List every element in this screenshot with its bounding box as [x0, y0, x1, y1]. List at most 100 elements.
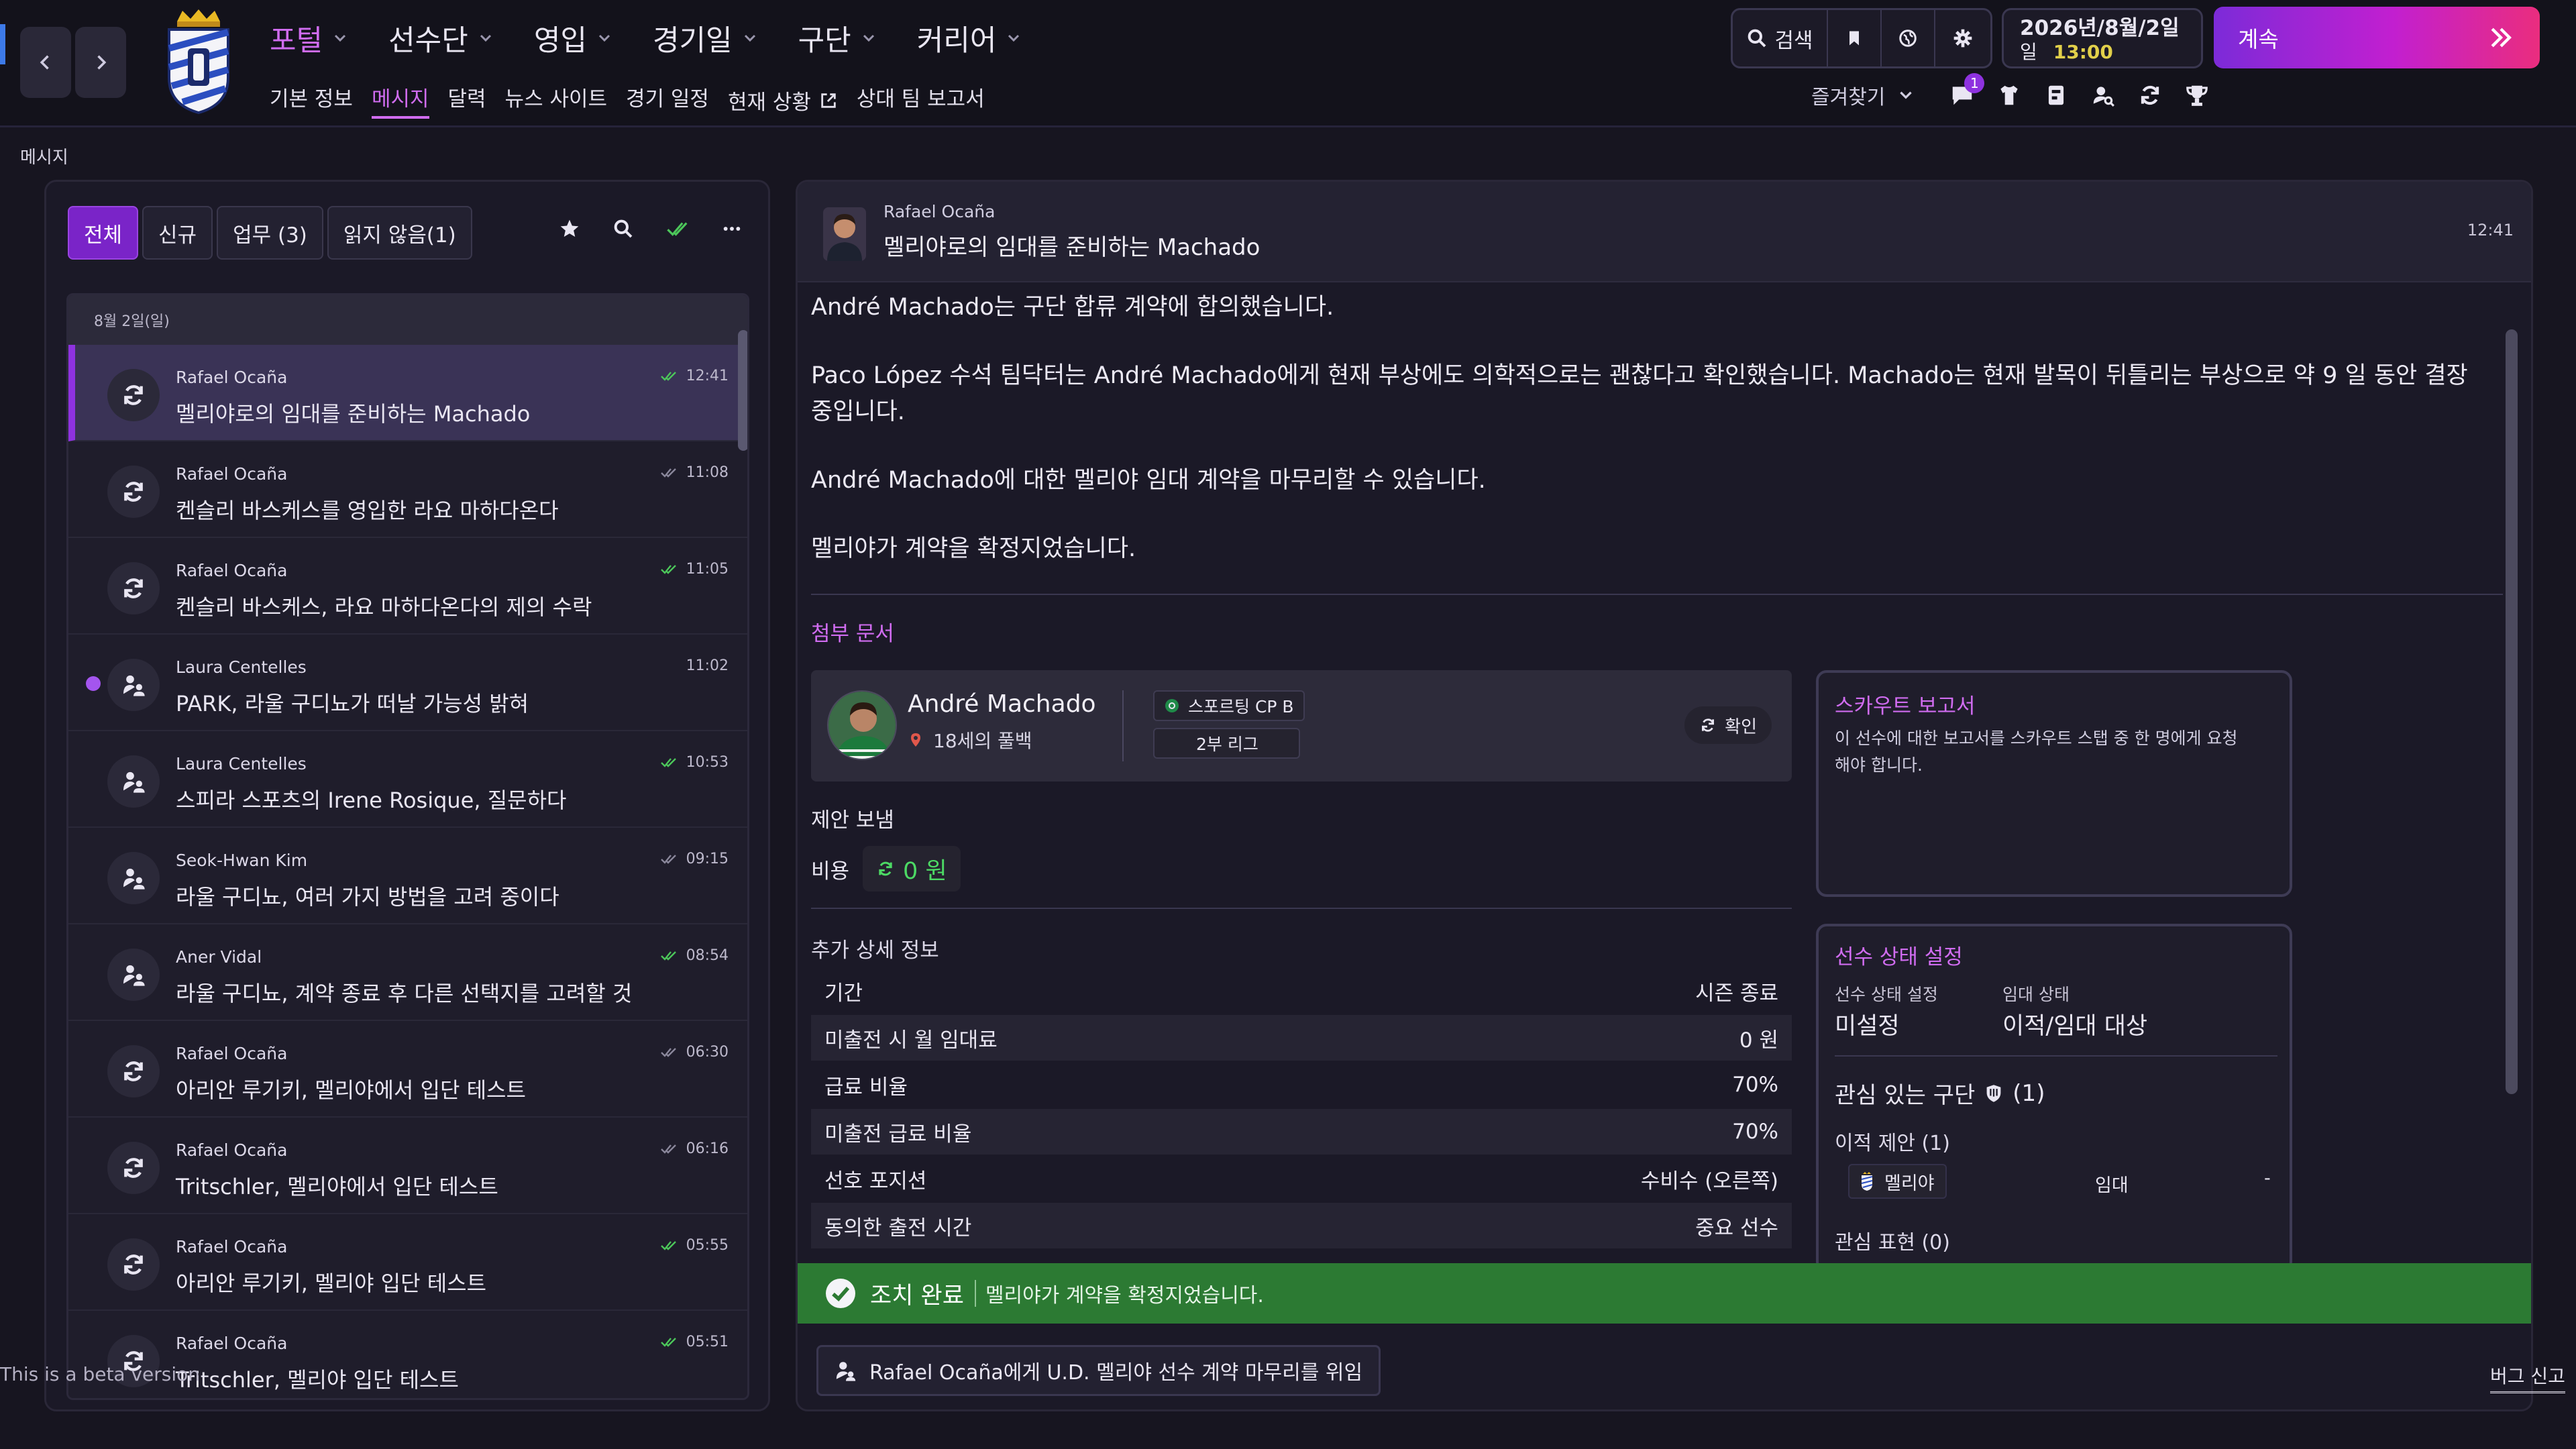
more-options-icon[interactable] — [721, 218, 743, 239]
player-league-chip[interactable]: 2부 리그 — [1153, 728, 1300, 759]
list-item[interactable]: Rafael Ocaña 멜리야로의 임대를 준비하는 Machado 12:41 — [68, 345, 747, 441]
continue-button[interactable]: 계속 — [2214, 7, 2540, 68]
sub-menu-fixtures[interactable]: 경기 일정 — [626, 82, 709, 119]
search-button[interactable]: 검색 — [1733, 10, 1827, 66]
list-item-meta: 11:08 — [659, 464, 729, 481]
inbox-tabs: 전체 신규 업무 (3) 읽지 않음(1) — [68, 206, 472, 260]
player-name[interactable]: André Machado — [908, 690, 1096, 718]
message-scrollbar[interactable] — [2506, 329, 2518, 1094]
club-crest-icon[interactable] — [161, 8, 236, 115]
bug-report-link[interactable]: 버그 신고 — [2490, 1362, 2565, 1393]
scout-report-title: 스카우트 보고서 — [1835, 694, 1976, 718]
details-title: 추가 상세 정보 — [811, 938, 939, 963]
star-icon[interactable] — [559, 218, 580, 239]
list-item[interactable]: Rafael Ocaña 켄슬리 바스케스, 라요 마하다온다의 제의 수락 11:… — [68, 538, 747, 635]
view-player-button[interactable]: 확인 — [1684, 706, 1772, 744]
details-value: 중요 선수 — [1695, 1216, 1778, 1240]
scout-report-text: 이 선수에 대한 보고서를 스카우트 스탭 중 한 명에게 요청해야 합니다. — [1835, 729, 2238, 775]
loan-status-value[interactable]: 이적/임대 대상 — [2002, 1007, 2147, 1041]
sub-menu-calendar[interactable]: 달력 — [448, 82, 486, 119]
main-menu-club[interactable]: 구단 — [798, 15, 877, 62]
tab-new[interactable]: 신규 — [142, 206, 213, 260]
world-button[interactable] — [1880, 10, 1934, 66]
date-display[interactable]: 2026년/8월/2일 일 13:00 — [2002, 8, 2203, 68]
main-menu-portal[interactable]: 포털 — [270, 15, 348, 62]
list-item[interactable]: Rafael Ocaña 아리안 루기키, 멜리야에서 입단 테스트 06:30 — [68, 1021, 747, 1118]
delegate-button[interactable]: Rafael Ocaña에게 U.D. 멜리야 선수 계약 마무리를 위임 — [816, 1345, 1381, 1396]
main-menu-recruitment[interactable]: 영입 — [534, 15, 612, 62]
main-menu-career[interactable]: 커리어 — [917, 15, 1022, 62]
details-value: 시즌 종료 — [1695, 981, 1778, 1006]
list-item-time: 06:16 — [686, 1140, 729, 1157]
favorites-dropdown[interactable]: 즐겨찾기 — [1811, 80, 1915, 110]
message-type-icon — [107, 369, 160, 421]
list-item[interactable]: Aner Vidal 라울 구디뇨, 계약 종료 후 다른 선택지를 고려할 것 0… — [68, 924, 747, 1021]
player-card[interactable]: André Machado 18세의 풀백 스포르팅 CP B 2부 리그 확인 — [811, 670, 1792, 782]
list-item-sender: Rafael Ocaña — [176, 561, 288, 580]
sub-menu: 기본 정보 메시지 달력 뉴스 사이트 경기 일정 현재 상황 상대 팀 보고서 — [270, 82, 985, 119]
sub-menu-inbox[interactable]: 메시지 — [371, 82, 429, 119]
refresh-icon[interactable] — [2137, 83, 2163, 108]
list-item[interactable]: Laura Centelles PARK, 라울 구디뇨가 떠날 가능성 밝혀 11… — [68, 635, 747, 731]
list-item-sender: Rafael Ocaña — [176, 1044, 288, 1063]
main-menu-label: 경기일 — [652, 24, 733, 58]
date-weekday: 일 — [2020, 41, 2037, 63]
tab-tasks[interactable]: 업무 (3) — [217, 206, 323, 260]
details-row: 급료 비율 70% — [811, 1062, 1792, 1108]
sub-menu-overview[interactable]: 기본 정보 — [270, 82, 353, 119]
trophy-icon[interactable] — [2184, 83, 2210, 108]
bookmark-button[interactable] — [1827, 10, 1880, 66]
search-icon[interactable] — [612, 218, 634, 239]
offer-club-chip[interactable]: 멜리야 — [1848, 1164, 1947, 1199]
player-club-chip[interactable]: 스포르팅 CP B — [1153, 690, 1305, 721]
date-group-header: 8월 2일(일) — [68, 295, 747, 345]
list-item[interactable]: Rafael Ocaña 아리안 루기키, 멜리야 입단 테스트 05:55 — [68, 1214, 747, 1311]
player-status-title: 선수 상태 설정 — [1835, 945, 1963, 969]
top-bar: 포털 선수단 영입 경기일 구단 커리어 기본 정보 메시지 달력 뉴스 사이트… — [0, 0, 2576, 127]
player-status-value[interactable]: 미설정 — [1835, 1007, 1900, 1041]
chat-button[interactable]: 1 — [1949, 73, 1985, 108]
details-row: 미출전 급료 비율 70% — [811, 1109, 1792, 1155]
message-type-icon — [107, 852, 160, 904]
sub-menu-news[interactable]: 뉴스 사이트 — [505, 82, 607, 119]
tactics-board-icon[interactable] — [2043, 83, 2069, 108]
sub-menu-opposition-report[interactable]: 상대 팀 보고서 — [857, 82, 985, 119]
chevron-down-icon — [863, 34, 874, 42]
fee-value: 0 원 — [903, 857, 947, 885]
player-photo — [827, 690, 897, 760]
list-item-subject: 켄슬리 바스케스, 라요 마하다온다의 제의 수락 — [176, 594, 592, 620]
tab-unread[interactable]: 읽지 않음(1) — [327, 206, 472, 260]
list-item[interactable]: Rafael Ocaña 켄슬리 바스케스를 영입한 라요 마하다온다 11:08 — [68, 441, 747, 538]
forward-button[interactable] — [75, 27, 126, 98]
tab-all[interactable]: 전체 — [68, 206, 139, 260]
refresh-icon — [1702, 718, 1715, 732]
shirt-icon[interactable] — [1996, 83, 2022, 108]
list-scrollbar[interactable] — [738, 330, 747, 451]
divider — [811, 594, 2503, 595]
main-menu-squad[interactable]: 선수단 — [388, 15, 494, 62]
back-button[interactable] — [20, 27, 71, 98]
chevron-left-icon — [40, 55, 49, 70]
refresh-icon — [879, 861, 892, 876]
list-item[interactable]: Seok-Hwan Kim 라울 구디뇨, 여러 가지 방법을 고려 중이다 09:… — [68, 828, 747, 924]
list-item-subject: PARK, 라울 구디뇨가 떠날 가능성 밝혀 — [176, 691, 529, 716]
view-player-label: 확인 — [1725, 716, 1757, 737]
list-item[interactable]: Rafael Ocaña Tritschler, 멜리야 입단 테스트 05:51 — [68, 1311, 747, 1398]
message-paragraph: André Machado에 대한 멜리야 임대 계약을 마무리할 수 있습니다… — [811, 467, 1486, 494]
sub-menu-status[interactable]: 현재 상황 — [728, 82, 838, 119]
list-item[interactable]: Laura Centelles 스피라 스포츠의 Irene Rosique, 질… — [68, 731, 747, 828]
settings-button[interactable] — [1934, 10, 1990, 66]
list-item-meta: 10:53 — [659, 754, 729, 771]
main-menu-matchday[interactable]: 경기일 — [653, 15, 758, 62]
scout-report-card[interactable]: 스카우트 보고서 이 선수에 대한 보고서를 스카우트 스탭 중 한 명에게 요… — [1816, 670, 2292, 897]
message-type-icon — [107, 755, 160, 808]
bookmark-icon — [1849, 31, 1859, 46]
list-item-meta: 06:16 — [659, 1140, 729, 1157]
mark-all-read-icon[interactable] — [666, 219, 689, 239]
message-body: André Machado는 구단 합류 계약에 합의했습니다. Paco Ló… — [811, 289, 2488, 599]
staff-search-icon[interactable] — [2090, 83, 2116, 108]
double-chevron-right-icon — [2491, 28, 2512, 48]
inbox-panel: 전체 신규 업무 (3) 읽지 않음(1) 8월 2일(일) Rafael Oc… — [44, 180, 770, 1411]
fee-label: 비용 — [811, 859, 850, 883]
list-item[interactable]: Rafael Ocaña Tritschler, 멜리야에서 입단 테스트 06:1… — [68, 1118, 747, 1214]
